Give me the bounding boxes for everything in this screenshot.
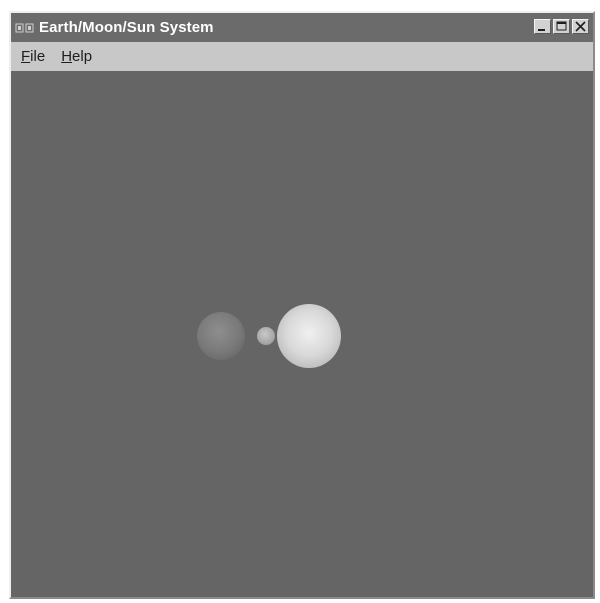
moon-sphere (257, 327, 275, 345)
title-bar[interactable]: Earth/Moon/Sun System (11, 13, 593, 42)
menu-help-label: elp (72, 48, 93, 65)
window-title: Earth/Moon/Sun System (39, 19, 214, 36)
menu-file[interactable]: File (15, 46, 51, 67)
earth-sphere (197, 312, 245, 360)
minimize-button[interactable] (534, 19, 551, 34)
menu-help[interactable]: Help (55, 46, 98, 67)
menu-file-label: ile (30, 48, 46, 65)
app-window: Earth/Moon/Sun System File Help (9, 11, 595, 599)
window-controls (534, 19, 589, 34)
menu-bar: File Help (11, 42, 593, 71)
close-button[interactable] (572, 19, 589, 34)
menu-file-access-key: F (21, 48, 31, 65)
sun-sphere (277, 304, 341, 368)
scene-canvas (197, 304, 341, 368)
maximize-button[interactable] (553, 19, 570, 34)
menu-help-access-key: H (61, 48, 73, 65)
app-window-icon[interactable] (15, 22, 35, 34)
scene-viewport[interactable] (11, 71, 593, 597)
